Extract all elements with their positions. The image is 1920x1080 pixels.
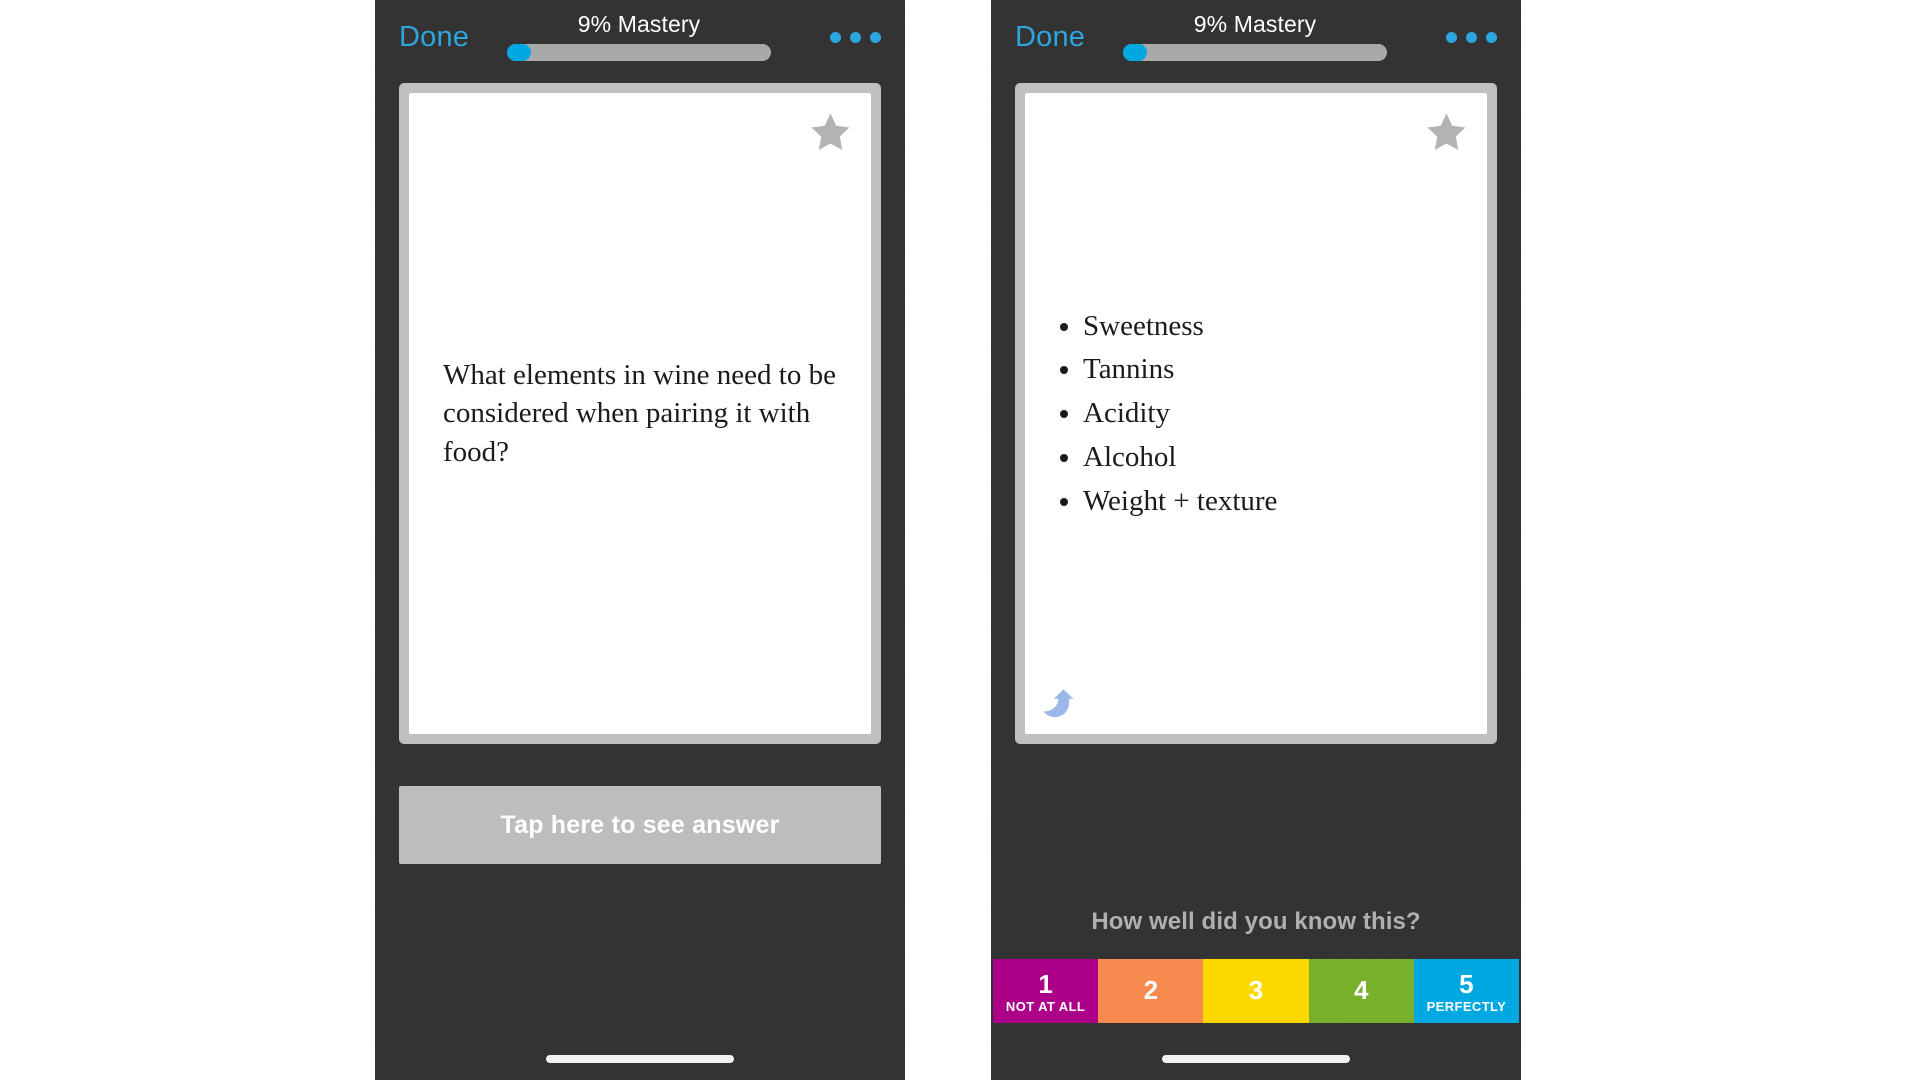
done-button[interactable]: Done (399, 20, 469, 54)
question-text: What elements in wine need to be conside… (443, 359, 836, 468)
mastery-label: 9% Mastery (577, 11, 701, 37)
rating-prompt: How well did you know this? (1091, 908, 1421, 935)
flashcard-answer[interactable]: Sweetness Tannins Acidity Alcohol Weight + t… (1015, 83, 1497, 744)
home-indicator-right (1162, 1055, 1350, 1063)
top-bar-left: Done 9% Mastery (375, 0, 905, 76)
ellipsis-icon-dot-2 (1466, 32, 1477, 43)
star-icon[interactable] (808, 110, 853, 155)
rating-number: 4 (1353, 975, 1369, 1006)
rating-button-4[interactable]: 4 (1308, 959, 1414, 1023)
flashcard-face-front: What elements in wine need to be conside… (409, 93, 871, 734)
tap-to-see-answer-button[interactable]: Tap here to see answer (399, 786, 881, 864)
mastery-progress-group: 9% Mastery (1123, 10, 1387, 61)
home-indicator-left (546, 1055, 734, 1063)
answer-list-item: Acidity (1083, 397, 1277, 430)
answer-list-item: Weight + texture (1083, 485, 1277, 518)
answer-list: Sweetness Tannins Acidity Alcohol Weight + t… (1025, 310, 1277, 518)
rating-button-5[interactable]: 5 PERFECTLY (1413, 959, 1520, 1023)
answer-list-item: Sweetness (1083, 310, 1277, 343)
phone-question-side: Done 9% Mastery What elements in wine ne… (375, 0, 905, 1080)
rating-number: 5 (1459, 968, 1474, 999)
mastery-progress-group: 9% Mastery (507, 10, 771, 61)
answer-list-item: Tannins (1083, 353, 1277, 386)
more-options-button[interactable] (828, 26, 883, 49)
rating-sublabel: NOT AT ALL (1005, 998, 1086, 1014)
rating-number: 3 (1248, 975, 1264, 1006)
ellipsis-icon-dot-3 (870, 32, 881, 43)
rating-button-row: 1 NOT AT ALL 2 3 4 5 PERFECTLY (993, 959, 1520, 1023)
rating-sublabel: PERFECTLY (1426, 998, 1507, 1014)
rating-number: 2 (1143, 975, 1159, 1006)
ellipsis-icon-dot-2 (850, 32, 861, 43)
undo-arrow-icon[interactable] (1039, 680, 1087, 728)
rating-button-3[interactable]: 3 (1203, 959, 1309, 1023)
done-button[interactable]: Done (1015, 20, 1085, 54)
mastery-progress-track (507, 44, 771, 61)
rating-button-2[interactable]: 2 (1098, 959, 1204, 1023)
more-options-button[interactable] (1444, 26, 1499, 49)
ellipsis-icon-dot-3 (1486, 32, 1497, 43)
flashcard-question[interactable]: What elements in wine need to be conside… (399, 83, 881, 744)
ellipsis-icon-dot-1 (1446, 32, 1457, 43)
rating-number: 1 (1038, 968, 1053, 999)
mastery-progress-fill (1123, 44, 1147, 61)
phone-answer-side: Done 9% Mastery Sweetness (991, 0, 1521, 1080)
rating-button-1[interactable]: 1 NOT AT ALL (993, 959, 1099, 1023)
top-bar-right: Done 9% Mastery (991, 0, 1521, 76)
star-icon[interactable] (1424, 110, 1469, 155)
answer-list-item: Alcohol (1083, 441, 1277, 474)
mastery-progress-track (1123, 44, 1387, 61)
flashcard-face-back: Sweetness Tannins Acidity Alcohol Weight + t… (1025, 93, 1487, 734)
screenshot-root: Done 9% Mastery What elements in wine ne… (0, 0, 1920, 1080)
mastery-label: 9% Mastery (1193, 11, 1317, 37)
mastery-progress-fill (507, 44, 531, 61)
ellipsis-icon-dot-1 (830, 32, 841, 43)
